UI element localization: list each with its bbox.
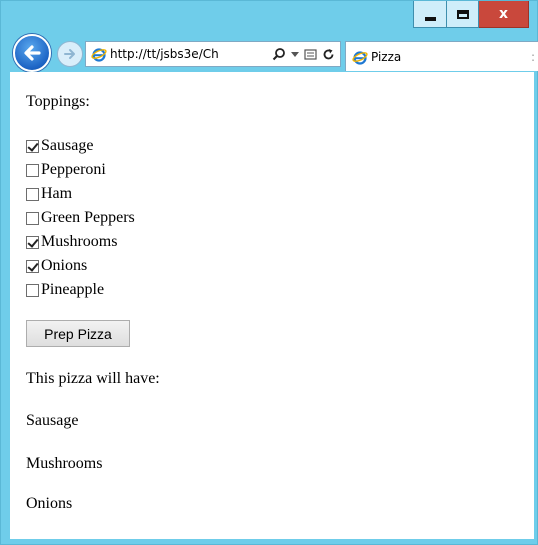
back-button[interactable]: [13, 34, 51, 72]
maximize-icon: [456, 9, 469, 19]
topping-label: Sausage: [41, 137, 94, 154]
minimize-icon: [424, 17, 436, 21]
topping-checkbox[interactable]: [26, 235, 39, 249]
topping-label: Pineapple: [41, 281, 105, 298]
topping-checkbox[interactable]: [26, 211, 39, 225]
topping-sausage[interactable]: Sausage: [26, 134, 135, 158]
topping-onions[interactable]: Onions: [26, 254, 135, 278]
topping-checkbox[interactable]: [26, 283, 39, 297]
topping-checkbox[interactable]: [26, 259, 39, 273]
result-item: Sausage: [26, 412, 79, 429]
refresh-icon[interactable]: [322, 48, 335, 61]
address-bar[interactable]: http://tt/jsbs3e/Ch: [85, 41, 341, 67]
browser-window: x http://tt/jsbs3e/Ch Pizza: Toppings: …: [0, 0, 538, 545]
toppings-label: Toppings:: [26, 93, 90, 110]
topping-label: Green Peppers: [41, 209, 135, 226]
compatibility-view-icon[interactable]: [304, 48, 317, 61]
topping-checkbox[interactable]: [26, 139, 39, 153]
page-content: Toppings: Sausage Pepperoni Ham Green Pe…: [10, 72, 534, 539]
caption-buttons: x: [413, 1, 529, 28]
topping-green-peppers[interactable]: Green Peppers: [26, 206, 135, 230]
url-text[interactable]: http://tt/jsbs3e/Ch: [110, 47, 272, 61]
tab-title: Pizza: [371, 49, 402, 64]
ie-icon: [352, 50, 368, 65]
topping-ham[interactable]: Ham: [26, 182, 135, 206]
topping-label: Ham: [41, 185, 73, 202]
result-item: Mushrooms: [26, 455, 103, 472]
back-arrow-icon: [24, 45, 41, 61]
dropdown-arrow-icon[interactable]: [291, 50, 299, 58]
result-heading: This pizza will have:: [26, 370, 160, 387]
address-tools: [272, 47, 340, 61]
forward-arrow-icon: [64, 49, 75, 59]
minimize-button[interactable]: [413, 1, 446, 28]
search-icon[interactable]: [272, 47, 286, 61]
prep-pizza-button[interactable]: Prep Pizza: [26, 320, 130, 347]
close-button[interactable]: x: [479, 1, 529, 28]
topping-mushrooms[interactable]: Mushrooms: [26, 230, 135, 254]
topping-label: Pepperoni: [41, 161, 106, 178]
topping-checkbox[interactable]: [26, 187, 39, 201]
maximize-button[interactable]: [446, 1, 479, 28]
close-icon: x: [498, 6, 509, 22]
result-item: Onions: [26, 495, 73, 512]
topping-checkbox[interactable]: [26, 163, 39, 177]
forward-button[interactable]: [57, 41, 83, 67]
toppings-list: Sausage Pepperoni Ham Green Peppers Mush…: [26, 134, 135, 302]
tab-scroll-indicator: :: [530, 49, 535, 64]
topping-label: Onions: [41, 257, 88, 274]
tab-pizza[interactable]: Pizza :: [345, 41, 538, 71]
topping-label: Mushrooms: [41, 233, 118, 250]
ie-icon: [91, 48, 107, 62]
topping-pineapple[interactable]: Pineapple: [26, 278, 135, 302]
topping-pepperoni[interactable]: Pepperoni: [26, 158, 135, 182]
